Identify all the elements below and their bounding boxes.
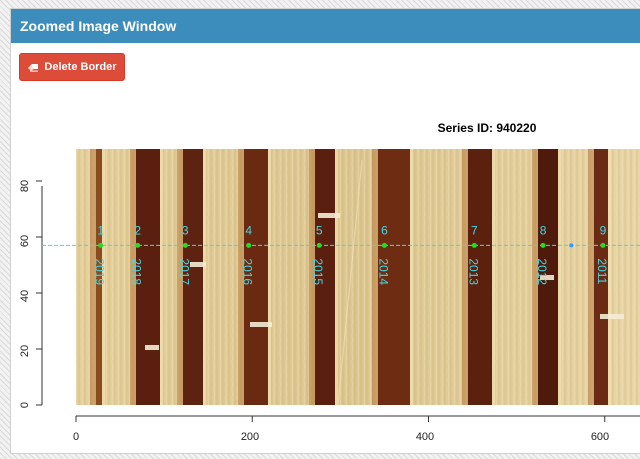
x-tick-label-600: 600 — [591, 431, 609, 443]
band-edge-6 — [492, 149, 495, 405]
band-edge-5 — [410, 149, 413, 405]
path-marker[interactable] — [569, 243, 574, 248]
band-edge-3 — [268, 149, 271, 405]
x-tick-label-400: 400 — [416, 431, 434, 443]
ring-point-1[interactable] — [98, 242, 104, 248]
band-edge-7 — [558, 149, 561, 405]
ring-point-3[interactable] — [182, 242, 188, 248]
plot-title: Series ID: 940220 — [438, 121, 537, 135]
ring-point-8[interactable] — [540, 242, 546, 248]
y-axis — [36, 180, 43, 406]
band-edge-1 — [160, 149, 163, 405]
ring-point-5[interactable] — [316, 242, 322, 248]
core-image — [76, 149, 640, 405]
crack-1 — [190, 262, 206, 267]
ring-year-label: 2013 — [466, 258, 480, 285]
core-image-plot[interactable]: Series ID: 940220 0 20 40 60 80 0 200 40… — [0, 0, 640, 459]
ring-point-number: 4 — [245, 223, 252, 237]
x-tick-label-0: 0 — [73, 431, 79, 443]
ring-year-label: 2014 — [376, 258, 390, 285]
x-axis — [75, 415, 640, 422]
ring-point-number: 6 — [381, 223, 388, 237]
ring-point-number: 5 — [316, 223, 323, 237]
ring-point-number: 9 — [600, 223, 607, 237]
ring-year-label: 2017 — [177, 258, 191, 285]
ring-point-4[interactable] — [246, 242, 252, 248]
y-tick-label-40: 40 — [19, 290, 31, 302]
ring-point-2[interactable] — [135, 242, 141, 248]
y-tick-label-20: 20 — [19, 345, 31, 357]
crack-0 — [318, 213, 340, 218]
y-tick-label-80: 80 — [19, 180, 31, 192]
ring-year-label: 2012 — [535, 258, 549, 285]
ring-point-number: 7 — [471, 223, 478, 237]
band-edge-4 — [335, 149, 338, 405]
ring-year-label: 2011 — [595, 258, 609, 284]
ring-year-label: 2018 — [130, 258, 144, 285]
band-shade-8 — [588, 149, 594, 405]
ring-point-6[interactable] — [381, 242, 387, 248]
ring-point-number: 3 — [182, 223, 189, 237]
ring-year-label: 2015 — [311, 258, 325, 285]
band-edge-2 — [203, 149, 206, 405]
ring-year-label: 2019 — [93, 258, 107, 285]
ring-point-number: 2 — [134, 223, 141, 237]
y-tick-label-60: 60 — [19, 235, 31, 247]
ring-point-7[interactable] — [471, 242, 477, 248]
crack-4 — [145, 345, 159, 350]
crack-3 — [600, 314, 624, 319]
ring-point-9[interactable] — [600, 242, 606, 248]
crack-2 — [250, 322, 272, 327]
ring-year-label: 2016 — [241, 258, 255, 285]
y-tick-label-0: 0 — [19, 402, 31, 408]
ring-point-number: 8 — [540, 223, 547, 237]
ring-point-number: 1 — [97, 223, 104, 237]
x-tick-label-200: 200 — [241, 431, 259, 443]
